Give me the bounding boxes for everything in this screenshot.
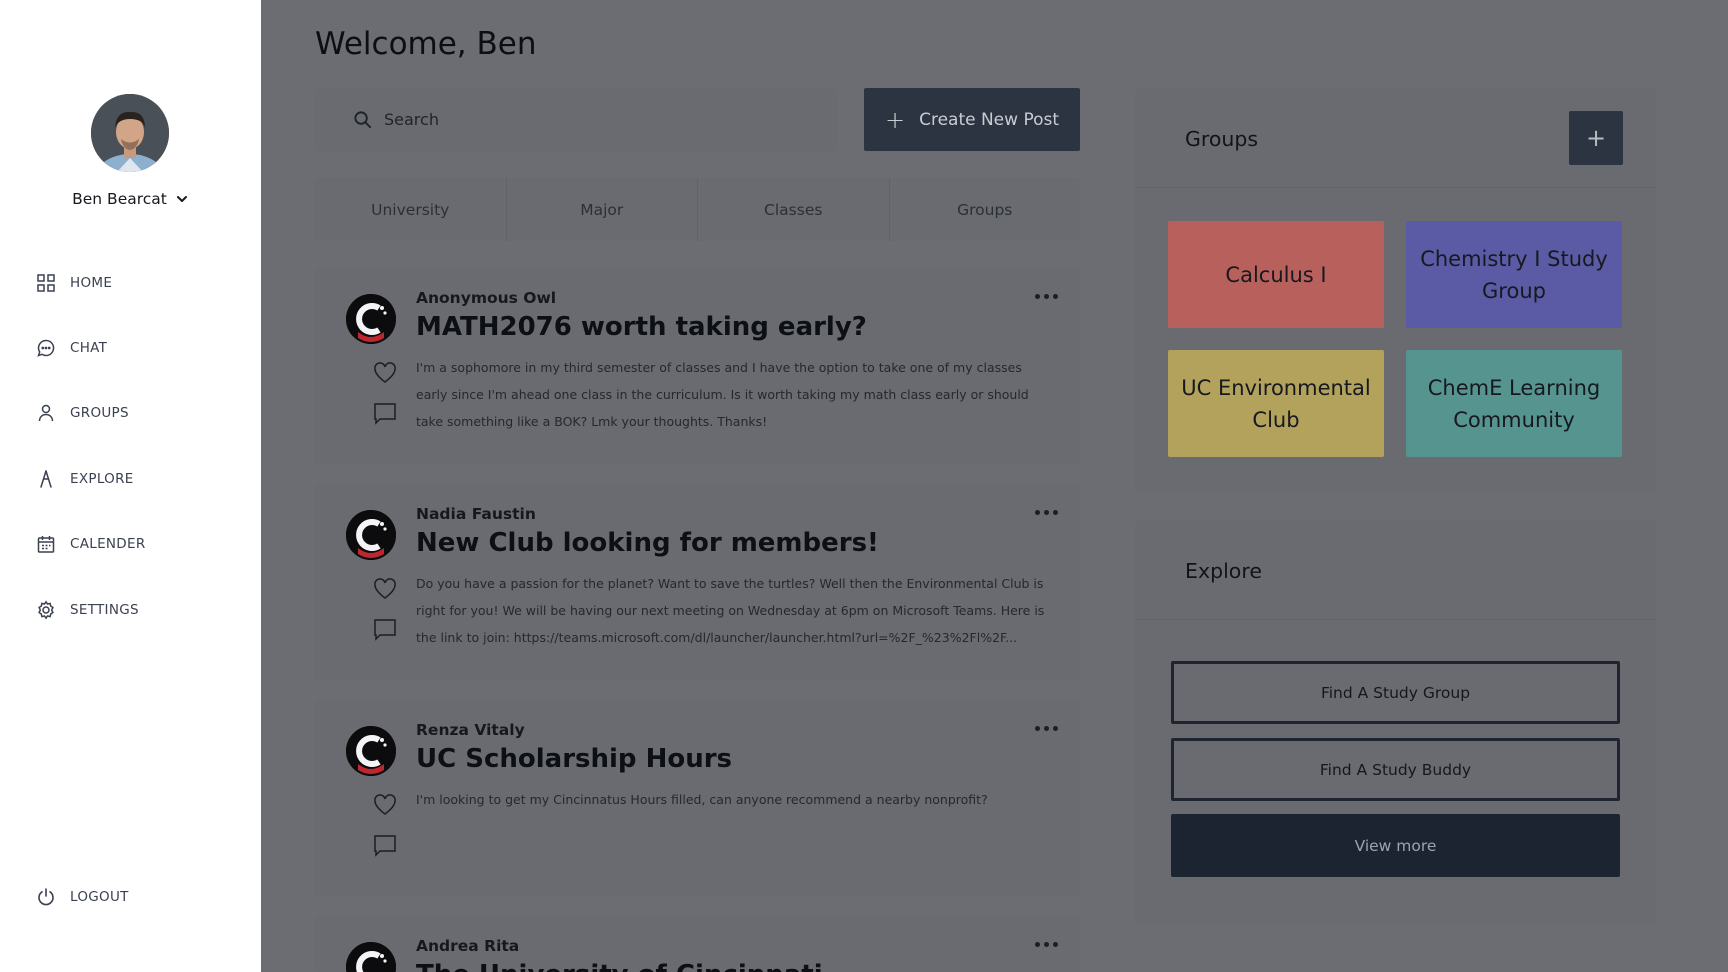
view-more-button[interactable]: View more: [1171, 814, 1620, 877]
sidebar-item-label: CHAT: [70, 340, 108, 356]
sidebar-item-explore[interactable]: EXPLORE: [36, 464, 236, 494]
post-author[interactable]: Anonymous Owl: [416, 289, 556, 307]
search-input[interactable]: [384, 110, 764, 129]
add-group-button[interactable]: +: [1569, 111, 1623, 165]
sidebar-item-calender[interactable]: CALENDER: [36, 529, 236, 559]
heart-icon[interactable]: [373, 794, 397, 816]
post-body: I'm looking to get my Cincinnatus Hours …: [416, 792, 988, 807]
sidebar-item-label: GROUPS: [70, 405, 129, 421]
heart-icon[interactable]: [373, 578, 397, 600]
more-options-icon[interactable]: [1035, 939, 1061, 949]
post-body: Do you have a passion for the planet? Wa…: [416, 576, 1045, 645]
sidebar-item-settings[interactable]: SETTINGS: [36, 595, 236, 625]
tab-classes[interactable]: Classes: [698, 178, 890, 241]
sidebar-item-groups[interactable]: GROUPS: [36, 398, 236, 428]
chevron-down-icon: [176, 196, 187, 202]
user-menu[interactable]: Ben Bearcat: [0, 187, 261, 211]
create-post-label: Create New Post: [919, 109, 1060, 130]
plus-icon: +: [884, 105, 906, 134]
tab-groups[interactable]: Groups: [890, 178, 1081, 241]
post-card[interactable]: Andrea Rita The University of Cincinnati: [315, 917, 1080, 972]
user-icon: [38, 404, 54, 422]
grid-icon: [37, 274, 55, 292]
search-bar[interactable]: [315, 88, 837, 151]
create-post-button[interactable]: + Create New Post: [864, 88, 1080, 151]
post-title[interactable]: The University of Cincinnati: [416, 960, 823, 972]
find-study-buddy-button[interactable]: Find A Study Buddy: [1171, 738, 1620, 801]
tab-university[interactable]: University: [315, 178, 507, 241]
find-study-group-button[interactable]: Find A Study Group: [1171, 661, 1620, 724]
power-icon: [38, 888, 54, 906]
group-tile-calculus[interactable]: Calculus I: [1168, 221, 1384, 328]
sidebar-item-label: LOGOUT: [70, 889, 129, 905]
group-tile-chemistry[interactable]: Chemistry I Study Group: [1406, 221, 1622, 328]
explore-panel-title: Explore: [1185, 559, 1262, 583]
comment-icon[interactable]: [373, 833, 397, 857]
sidebar-item-home[interactable]: HOME: [36, 268, 236, 298]
post-title[interactable]: UC Scholarship Hours: [416, 744, 732, 774]
post-author[interactable]: Andrea Rita: [416, 937, 519, 955]
post-card[interactable]: Renza Vitaly UC Scholarship Hours I'm lo…: [315, 701, 1080, 897]
sidebar-item-label: CALENDER: [70, 536, 146, 552]
explore-panel-header: Explore: [1135, 521, 1656, 620]
sidebar-item-logout[interactable]: LOGOUT: [36, 882, 236, 912]
post-author[interactable]: Nadia Faustin: [416, 505, 536, 523]
more-options-icon[interactable]: [1035, 723, 1061, 733]
post-author[interactable]: Renza Vitaly: [416, 721, 525, 739]
gear-icon: [38, 600, 54, 620]
uc-logo-icon: [346, 294, 396, 344]
comment-icon[interactable]: [373, 617, 397, 641]
page-title: Welcome, Ben: [315, 26, 537, 62]
uc-logo-icon: [346, 726, 396, 776]
post-title[interactable]: New Club looking for members!: [416, 528, 879, 558]
more-options-icon[interactable]: [1035, 507, 1061, 517]
feed-tabs: University Major Classes Groups: [315, 178, 1080, 241]
more-options-icon[interactable]: [1035, 291, 1061, 301]
chat-icon: [37, 339, 55, 357]
sidebar-item-label: SETTINGS: [70, 602, 139, 618]
sidebar-item-label: HOME: [70, 275, 113, 291]
groups-panel-title: Groups: [1185, 127, 1259, 151]
post-card[interactable]: Anonymous Owl MATH2076 worth taking earl…: [315, 269, 1080, 465]
explore-panel: Explore Find A Study Group Find A Study …: [1135, 521, 1656, 924]
compass-icon: [40, 470, 52, 488]
avatar[interactable]: [91, 94, 169, 172]
sidebar: Ben Bearcat HOME CHAT GROUPS EXPLORE CAL…: [0, 0, 261, 972]
group-tile-environmental[interactable]: UC Environmental Club: [1168, 350, 1384, 457]
search-icon: [354, 111, 372, 129]
calendar-icon: [37, 536, 55, 553]
groups-panel-header: Groups +: [1135, 89, 1656, 188]
heart-icon[interactable]: [373, 362, 397, 384]
group-tile-cheme[interactable]: ChemE Learning Community: [1406, 350, 1622, 457]
sidebar-item-label: EXPLORE: [70, 471, 134, 487]
groups-panel: Groups + Calculus I Chemistry I Study Gr…: [1135, 89, 1656, 492]
post-body: I'm a sophomore in my third semester of …: [416, 360, 1029, 429]
uc-logo-icon: [346, 510, 396, 560]
comment-icon[interactable]: [373, 401, 397, 425]
uc-logo-icon: [346, 942, 396, 972]
tab-major[interactable]: Major: [507, 178, 698, 241]
user-name: Ben Bearcat: [72, 190, 167, 208]
sidebar-item-chat[interactable]: CHAT: [36, 333, 236, 363]
post-card[interactable]: Nadia Faustin New Club looking for membe…: [315, 485, 1080, 681]
post-title[interactable]: MATH2076 worth taking early?: [416, 312, 867, 342]
